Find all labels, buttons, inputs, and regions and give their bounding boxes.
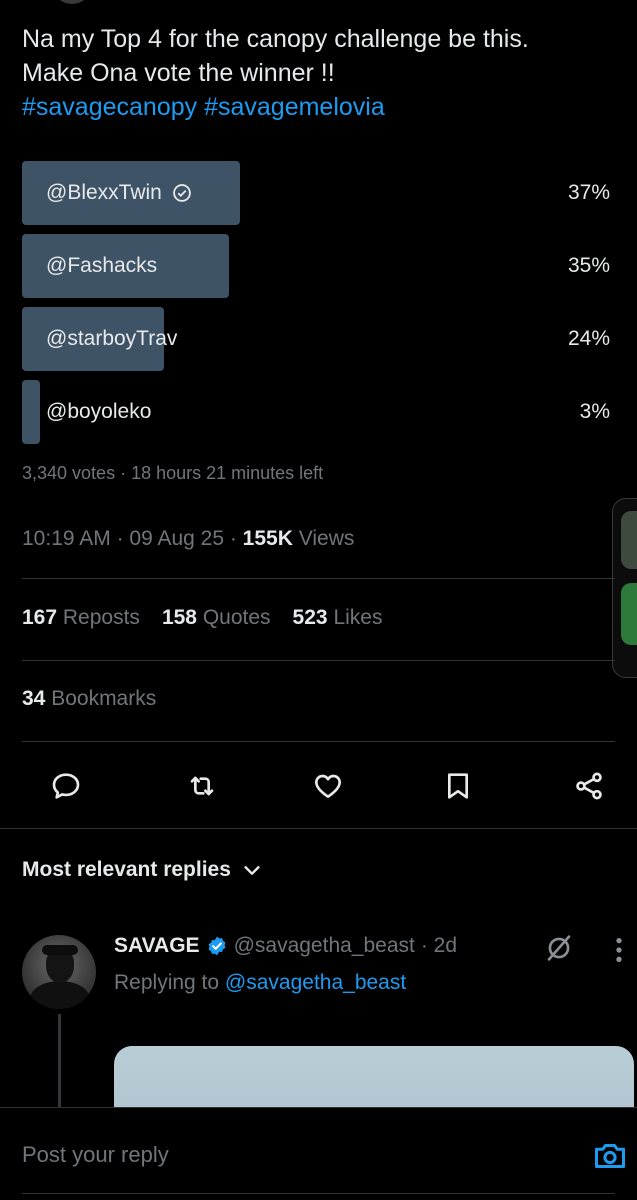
- widget-thumb: [621, 511, 637, 569]
- replies-sort-dropdown[interactable]: Most relevant replies: [22, 858, 263, 882]
- grok-icon[interactable]: [543, 932, 575, 964]
- tweet-text-line-1: Na my Top 4 for the canopy challenge be …: [22, 25, 529, 53]
- poll-option: @starboyTrav 24%: [22, 307, 612, 371]
- poll-option-label: @starboyTrav: [46, 327, 178, 350]
- reply-icon: [52, 773, 80, 799]
- replies-sort-label: Most relevant replies: [22, 858, 231, 881]
- reposts-stat[interactable]: 167 Reposts: [22, 606, 140, 630]
- check-circle-icon: [173, 184, 191, 202]
- poll: @BlexxTwin 37% @Fashacks 35% @starboyTra…: [22, 161, 612, 453]
- poll-option-label: @Fashacks: [46, 254, 158, 277]
- poll-option-label: @BlexxTwin: [46, 181, 162, 204]
- bookmarks-stat: 34 Bookmarks: [22, 687, 157, 710]
- poll-option-percent: 24%: [567, 327, 610, 350]
- share-button[interactable]: [571, 768, 607, 804]
- bookmark-button[interactable]: [440, 768, 476, 804]
- reply-button[interactable]: [48, 768, 84, 804]
- poll-option: @BlexxTwin 37%: [22, 161, 612, 225]
- views-count: 155K: [242, 527, 293, 550]
- divider: [22, 741, 615, 742]
- poll-option-percent: 37%: [567, 181, 610, 204]
- replying-to: Replying to @savagetha_beast: [114, 971, 406, 995]
- poll-option-percent: 35%: [567, 254, 610, 277]
- poll-option-label: @boyoleko: [46, 400, 152, 423]
- replying-to-prefix: Replying to: [114, 971, 220, 994]
- avatar[interactable]: [22, 935, 96, 1009]
- post-timestamp: 10:19 AM · 09 Aug 25 · 155K Views: [22, 527, 355, 550]
- like-button[interactable]: [310, 768, 346, 804]
- widget-thumb-green: [621, 583, 637, 645]
- post-date[interactable]: 09 Aug 25: [129, 527, 224, 550]
- reply-author-handle[interactable]: @savagetha_beast: [234, 934, 415, 958]
- chevron-down-icon: [244, 866, 260, 875]
- repost-button[interactable]: [184, 768, 220, 804]
- poll-option: @Fashacks 35%: [22, 234, 612, 298]
- engagement-stats: 167 Reposts 158 Quotes 523 Likes: [22, 606, 382, 630]
- tweet-hashtags[interactable]: #savagecanopy #savagemelovia: [22, 90, 622, 124]
- post-time[interactable]: 10:19 AM: [22, 527, 111, 550]
- verified-badge-icon: [208, 936, 226, 956]
- reply-author-name[interactable]: SAVAGE: [114, 934, 200, 958]
- more-vertical-icon[interactable]: [608, 934, 630, 966]
- divider: [0, 828, 637, 829]
- poll-meta: 3,340 votes · 18 hours 21 minutes left: [22, 463, 324, 483]
- divider: [22, 578, 615, 579]
- thread-line: [58, 1014, 61, 1114]
- camera-icon[interactable]: [592, 1138, 628, 1174]
- previous-avatar[interactable]: [52, 0, 92, 4]
- poll-bar: [22, 380, 40, 444]
- poll-option-percent: 3%: [579, 400, 610, 423]
- poll-option: @boyoleko 3%: [22, 380, 612, 444]
- like-icon: [315, 774, 341, 798]
- tweet-text-line-2: Make Ona vote the winner !!: [22, 59, 335, 87]
- repost-icon: [190, 776, 214, 796]
- reply-age: · 2d: [420, 934, 458, 957]
- reply-header: SAVAGE @savagetha_beast · 2d: [114, 934, 457, 958]
- reply-composer: Post your reply: [0, 1107, 637, 1200]
- composer-underline: [22, 1193, 615, 1194]
- side-floating-widget[interactable]: [612, 498, 637, 678]
- views-label: Views: [298, 527, 355, 550]
- replying-to-handle[interactable]: @savagetha_beast: [225, 971, 406, 994]
- reply-input[interactable]: Post your reply: [22, 1142, 169, 1168]
- divider: [22, 660, 615, 661]
- tweet-text: Na my Top 4 for the canopy challenge be …: [22, 22, 622, 124]
- share-icon: [576, 772, 602, 800]
- action-bar: [0, 762, 637, 812]
- quotes-stat[interactable]: 158 Quotes: [162, 606, 271, 630]
- bookmark-icon: [448, 773, 468, 799]
- likes-stat[interactable]: 523 Likes: [293, 606, 383, 630]
